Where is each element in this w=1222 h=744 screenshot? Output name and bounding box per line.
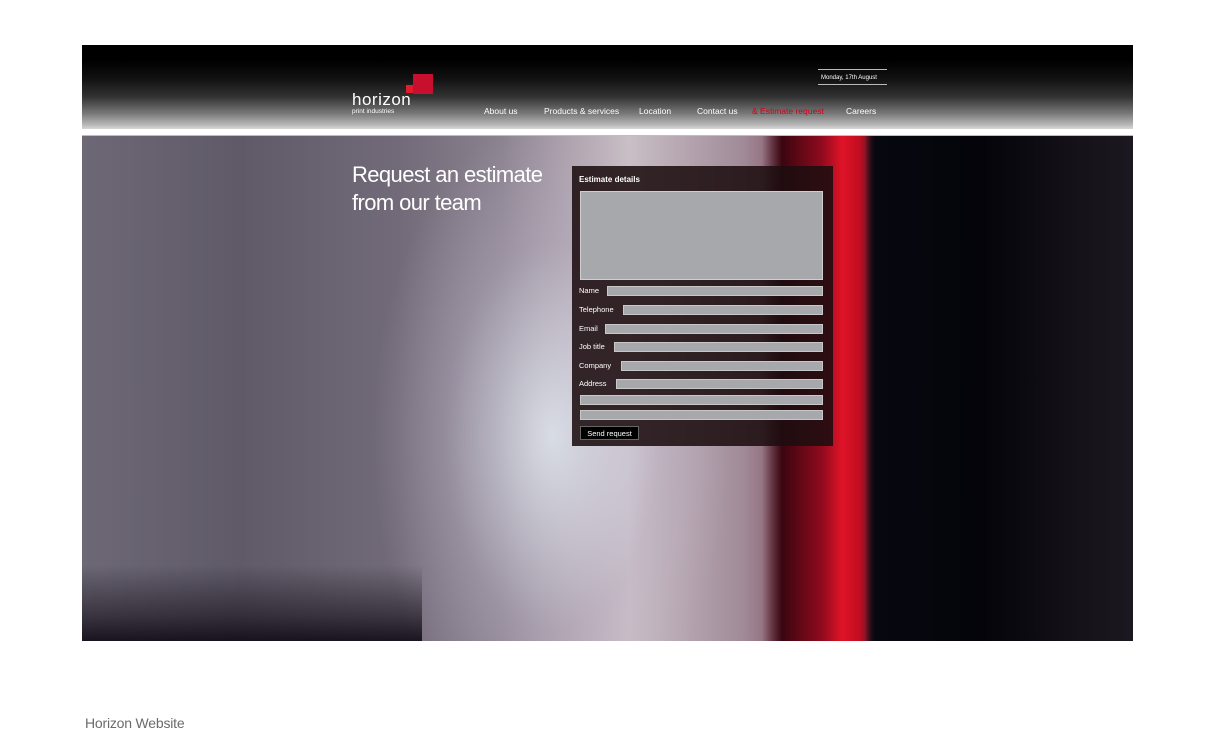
current-date: Monday, 17th August [818,69,887,85]
name-field[interactable] [607,286,823,296]
page-title: Request an estimate from our team [352,161,572,217]
nav-estimate-request[interactable]: & Estimate request [752,106,824,116]
nav-careers[interactable]: Careers [846,106,876,116]
job-title-label: Job title [579,342,605,351]
name-row: Name [579,285,823,296]
estimate-details-textarea[interactable] [580,191,823,280]
nav-about-us[interactable]: About us [484,106,518,116]
address-field-line-1[interactable] [616,379,823,389]
email-field[interactable] [605,324,823,334]
website-screenshot: horizon print industries Monday, 17th Au… [82,45,1133,641]
address-field-line-3[interactable] [580,410,823,420]
address-row: Address [579,378,823,389]
page-title-line-1: Request an estimate [352,162,543,187]
email-label: Email [579,324,598,333]
telephone-field[interactable] [623,305,823,315]
page-title-line-2: from our team [352,190,482,215]
estimate-form: Estimate details Name Telephone Email Jo… [572,166,833,446]
form-legend: Estimate details [579,175,640,184]
horizon-logo[interactable]: horizon print industries [352,73,442,117]
company-field[interactable] [621,361,823,371]
telephone-row: Telephone [579,304,823,315]
nav-location[interactable]: Location [639,106,671,116]
telephone-label: Telephone [579,305,614,314]
logo-mark [413,74,433,94]
nav-products-services[interactable]: Products & services [544,106,619,116]
email-row: Email [579,323,823,334]
nav-contact-us[interactable]: Contact us [697,106,738,116]
job-title-row: Job title [579,341,823,352]
name-label: Name [579,286,600,295]
company-label: Company [579,361,612,370]
caption: Horizon Website [85,715,185,731]
address-label: Address [579,379,607,388]
site-header: horizon print industries Monday, 17th Au… [82,45,1133,129]
address-field-line-2[interactable] [580,395,823,405]
company-row: Company [579,360,823,371]
send-request-button[interactable]: Send request [580,426,639,440]
logo-wordmark: horizon [352,90,412,109]
job-title-field[interactable] [614,342,823,352]
logo-tagline: print industries [352,108,395,115]
